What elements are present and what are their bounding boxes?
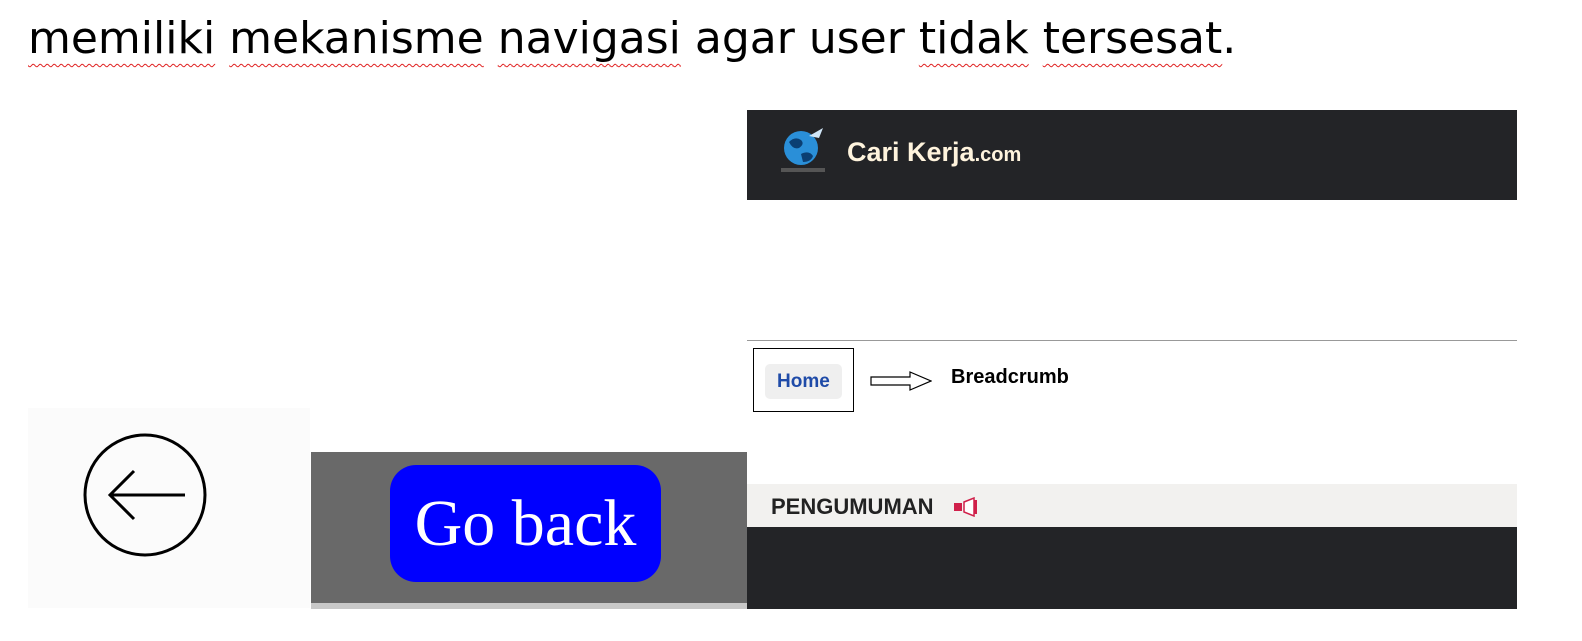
heading-word: navigasi [497,13,681,64]
divider [747,340,1517,341]
heading-word: user [808,13,905,64]
heading-period: . [1222,13,1237,64]
site-header: Cari Kerja.com [747,110,1517,200]
document-heading: memiliki mekanisme navigasi agar user ti… [28,8,1236,70]
site-title[interactable]: Cari Kerja.com [847,137,1021,168]
go-back-button[interactable]: Go back [390,465,661,582]
arrow-right-outline-icon [870,371,932,391]
heading-word: tersesat [1042,13,1223,64]
heading-word: tidak [918,13,1029,64]
heading-word: memiliki [28,13,216,64]
arrow-left-circle-icon[interactable] [82,432,208,558]
heading-word: agar [694,13,795,64]
announcement-body [747,527,1517,609]
announcement-title: PENGUMUMAN [771,494,934,519]
globe-logo-icon[interactable] [775,124,833,182]
breadcrumb-annotation: Breadcrumb [951,366,1069,388]
megaphone-icon [954,497,977,517]
breadcrumb-home-link[interactable]: Home [765,364,842,399]
site-name: Cari Kerja [847,137,975,167]
announcement-bar: PENGUMUMAN [747,484,1517,527]
site-domain: .com [974,144,1022,166]
heading-word: mekanisme [229,13,484,64]
go-back-example: Go back [311,452,747,609]
breadcrumb: Home [753,348,854,412]
back-arrow-example [28,408,310,608]
